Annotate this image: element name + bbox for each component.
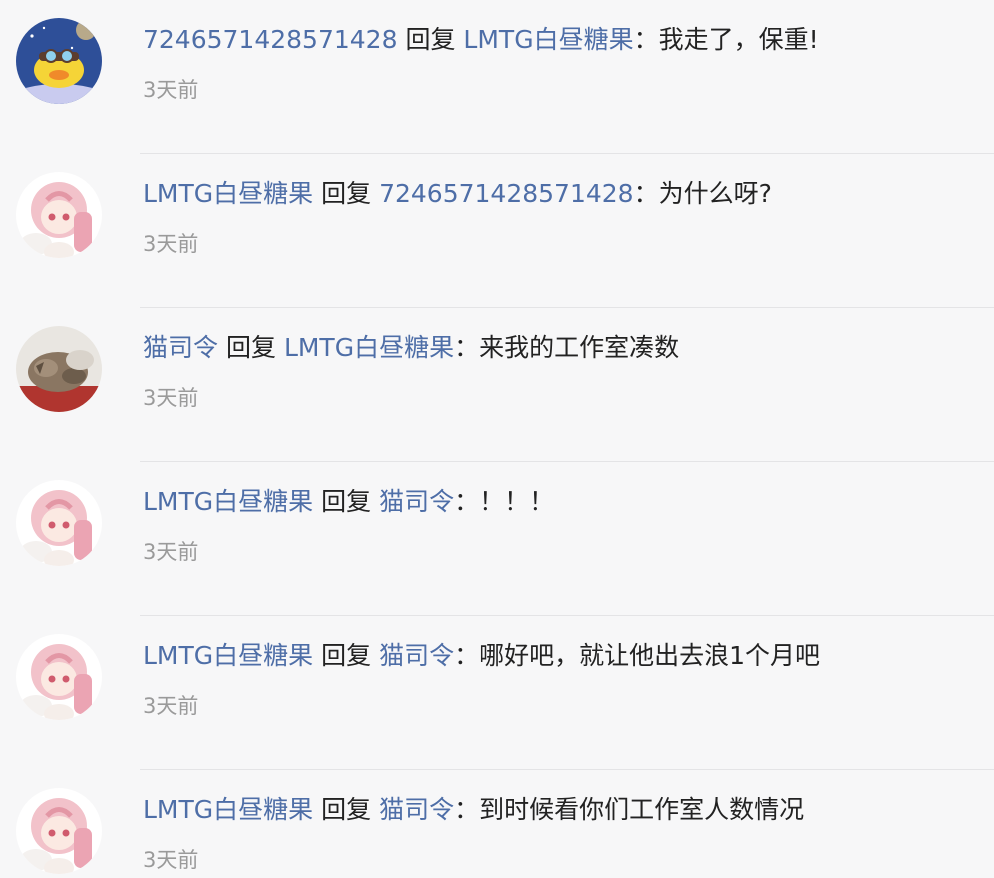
comment-time: 3天前 [143, 232, 199, 256]
avatar[interactable] [16, 326, 102, 412]
comment-time: 3天前 [143, 78, 199, 102]
comment-line: 猫司令 回复 LMTG白昼糖果：来我的工作室凑数 [143, 330, 679, 366]
comment-text: 我走了，保重! [658, 25, 819, 54]
reply-target-link[interactable]: LMTG白昼糖果 [463, 25, 633, 54]
comment-time: 3天前 [143, 386, 199, 410]
avatar[interactable] [16, 788, 102, 874]
comment-text: 哪好吧，就让他出去浪1个月吧 [479, 641, 821, 670]
commenter-name-link[interactable]: LMTG白昼糖果 [143, 487, 313, 516]
reply-target-link[interactable]: 猫司令 [379, 795, 454, 824]
reply-target-link[interactable]: 7246571428571428 [379, 179, 634, 208]
anime-girl-avatar-icon [16, 172, 102, 258]
comment-list: 7246571428571428 回复 LMTG白昼糖果：我走了，保重! 3天前… [0, 0, 994, 878]
colon-separator: ： [633, 25, 659, 54]
cat-avatar-icon [16, 326, 102, 412]
commenter-name-link[interactable]: LMTG白昼糖果 [143, 641, 313, 670]
comment-text: 为什么呀? [658, 179, 772, 208]
comment-item: LMTG白昼糖果 回复 猫司令：哪好吧，就让他出去浪1个月吧 3天前 [0, 616, 994, 770]
duck-space-avatar-icon [16, 18, 102, 104]
colon-separator: ： [454, 795, 480, 824]
anime-girl-avatar-icon [16, 634, 102, 720]
reply-target-link[interactable]: 猫司令 [379, 641, 454, 670]
reply-target-link[interactable]: 猫司令 [379, 487, 454, 516]
avatar[interactable] [16, 634, 102, 720]
comment-text: 到时候看你们工作室人数情况 [479, 795, 805, 824]
anime-girl-avatar-icon [16, 788, 102, 874]
reply-label: 回复 [321, 641, 372, 670]
reply-label: 回复 [321, 487, 372, 516]
comment-item: LMTG白昼糖果 回复 猫司令：！！！ 3天前 [0, 462, 994, 616]
comment-line: 7246571428571428 回复 LMTG白昼糖果：我走了，保重! [143, 22, 819, 58]
comment-line: LMTG白昼糖果 回复 7246571428571428：为什么呀? [143, 176, 772, 212]
reply-label: 回复 [321, 179, 372, 208]
avatar[interactable] [16, 18, 102, 104]
comment-time: 3天前 [143, 848, 199, 872]
avatar[interactable] [16, 172, 102, 258]
comment-item: 猫司令 回复 LMTG白昼糖果：来我的工作室凑数 3天前 [0, 308, 994, 462]
reply-label: 回复 [225, 333, 276, 362]
commenter-name-link[interactable]: 猫司令 [143, 333, 218, 362]
commenter-name-link[interactable]: LMTG白昼糖果 [143, 795, 313, 824]
colon-separator: ： [454, 333, 480, 362]
colon-separator: ： [454, 641, 480, 670]
comment-line: LMTG白昼糖果 回复 猫司令：！！！ [143, 484, 554, 520]
comment-time: 3天前 [143, 694, 199, 718]
reply-target-link[interactable]: LMTG白昼糖果 [284, 333, 454, 362]
comment-text: 来我的工作室凑数 [479, 333, 680, 362]
reply-label: 回复 [405, 25, 456, 54]
comment-text: ！！！ [479, 487, 555, 516]
avatar[interactable] [16, 480, 102, 566]
comment-item: LMTG白昼糖果 回复 猫司令：到时候看你们工作室人数情况 3天前 [0, 770, 994, 878]
comment-line: LMTG白昼糖果 回复 猫司令：哪好吧，就让他出去浪1个月吧 [143, 638, 820, 674]
colon-separator: ： [633, 179, 659, 208]
commenter-name-link[interactable]: LMTG白昼糖果 [143, 179, 313, 208]
colon-separator: ： [454, 487, 480, 516]
commenter-name-link[interactable]: 7246571428571428 [143, 25, 398, 54]
comment-item: 7246571428571428 回复 LMTG白昼糖果：我走了，保重! 3天前 [0, 0, 994, 154]
comment-item: LMTG白昼糖果 回复 7246571428571428：为什么呀? 3天前 [0, 154, 994, 308]
anime-girl-avatar-icon [16, 480, 102, 566]
comment-line: LMTG白昼糖果 回复 猫司令：到时候看你们工作室人数情况 [143, 792, 804, 828]
comment-time: 3天前 [143, 540, 199, 564]
reply-label: 回复 [321, 795, 372, 824]
